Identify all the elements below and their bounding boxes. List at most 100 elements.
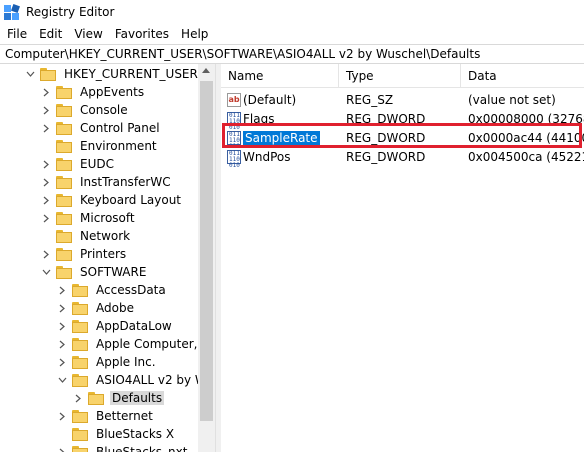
tree-item-label: Control Panel [80,121,160,135]
value-name: SampleRate [243,130,320,145]
folder-icon [56,247,72,261]
folder-icon [56,85,72,99]
tree-item-label: Environment [80,139,157,153]
value-row[interactable]: 011 110 010 WndPos REG_DWORD 0x004500ca (4522… [221,147,584,168]
tree-item[interactable]: Control Panel [40,119,162,137]
chevron-down-icon[interactable] [40,263,52,281]
tree-scrollbar[interactable] [198,64,215,452]
tree-item-label: AppEvents [80,85,145,99]
chevron-right-icon[interactable] [40,191,52,209]
tree-item-label: BlueStacks_nxt [96,445,188,452]
value-data: 0x0000ac44 (44100) [468,130,584,145]
folder-icon [56,157,72,171]
tree-item[interactable]: HKEY_CURRENT_USER [24,65,200,83]
tree-item-label: Adobe [96,301,134,315]
folder-icon [72,301,88,315]
window-title: Registry Editor [26,5,115,19]
tree-item[interactable]: Keyboard Layout [40,191,183,209]
tree-item-label: HKEY_CURRENT_USER [64,67,198,81]
address-bar[interactable]: Computer\HKEY_CURRENT_USER\SOFTWARE\ASIO… [0,44,584,64]
value-row[interactable]: 011 110 010 SampleRate REG_DWORD 0x0000ac44 (… [221,128,584,149]
tree-item[interactable]: ASIO4ALL v2 by Wus [56,371,215,389]
tree-item[interactable]: EUDC [40,155,116,173]
registry-editor-icon [4,4,20,20]
tree-item[interactable]: Betternet [56,407,155,425]
chevron-right-icon[interactable] [56,443,68,452]
chevron-right-icon[interactable] [56,353,68,371]
chevron-right-icon[interactable] [56,317,68,335]
tree-item[interactable]: Environment [40,137,159,155]
tree-item[interactable]: AccessData [56,281,168,299]
chevron-down-icon[interactable] [56,371,68,389]
values-list: Name Type Data ab (Default) REG_SZ (value n… [221,64,584,452]
folder-icon [72,409,88,423]
chevron-right-icon[interactable] [40,101,52,119]
chevron-right-icon[interactable] [40,245,52,263]
menu-view[interactable]: View [68,24,108,44]
chevron-right-icon[interactable] [56,299,68,317]
value-name: WndPos [243,149,291,164]
tree-item-label: Defaults [110,391,165,405]
folder-icon [72,337,88,351]
value-type: REG_SZ [346,92,394,107]
chevron-right-icon[interactable] [40,173,52,191]
folder-icon [72,373,88,387]
value-row[interactable]: ab (Default) REG_SZ (value not set) [221,90,584,109]
chevron-right-icon[interactable] [40,155,52,173]
folder-icon [72,445,88,452]
chevron-right-icon[interactable] [56,281,68,299]
folder-icon [88,391,104,405]
chevron-right-icon[interactable] [40,119,52,137]
tree-item-label: Betternet [96,409,153,423]
folder-icon [56,193,72,207]
folder-icon [40,67,56,81]
value-name-cell: 011 110 010 SampleRate [221,130,339,149]
tree-item[interactable]: Apple Inc. [56,353,158,371]
tree-item[interactable]: Network [40,227,132,245]
tree-item[interactable]: AppDataLow [56,317,174,335]
tree-item[interactable]: Microsoft [40,209,137,227]
tree-item[interactable]: Adobe [56,299,136,317]
chevron-down-icon[interactable] [24,65,36,83]
scroll-up-arrow-icon[interactable] [202,68,210,73]
tree-item-label: SOFTWARE [80,265,147,279]
chevron-right-icon[interactable] [56,407,68,425]
folder-icon [56,265,72,279]
column-header-type[interactable]: Type [339,64,461,88]
folder-icon [56,139,72,153]
folder-icon [72,283,88,297]
menu-help[interactable]: Help [175,24,214,44]
tree-item[interactable]: SOFTWARE [40,263,148,281]
tree-item-label: Console [80,103,128,117]
folder-icon [72,319,88,333]
folder-icon [56,229,72,243]
scroll-thumb[interactable] [200,81,213,421]
folder-icon [56,121,72,135]
column-header-data[interactable]: Data [461,64,584,88]
tree-item[interactable]: Console [40,101,130,119]
tree-item[interactable]: BlueStacks_nxt [56,443,189,452]
value-row[interactable]: 011 110 010 Flags REG_DWORD 0x00008000 (32768… [221,109,584,131]
chevron-right-icon[interactable] [56,335,68,353]
tree-item[interactable]: Defaults [72,389,165,407]
binary-value-icon: 011 110 010 [227,111,241,131]
tree-item[interactable]: InstTransferWC [40,173,173,191]
value-name: (Default) [243,92,297,107]
value-data: 0x00008000 (32768) [468,111,584,126]
column-header-name[interactable]: Name [221,64,339,88]
tree-item[interactable]: Apple Computer, Inc [56,335,215,353]
tree-item[interactable]: AppEvents [40,83,146,101]
value-name-cell: 011 110 010 Flags [221,111,339,131]
value-data: (value not set) [468,92,556,107]
chevron-right-icon[interactable] [40,83,52,101]
tree-item[interactable]: BlueStacks X [56,425,176,443]
menu-favorites[interactable]: Favorites [109,24,175,44]
menu-file[interactable]: File [1,24,33,44]
value-name: Flags [243,111,275,126]
tree-item[interactable]: Printers [40,245,128,263]
folder-icon [56,175,72,189]
chevron-right-icon[interactable] [72,389,84,407]
menu-edit[interactable]: Edit [33,24,68,44]
chevron-right-icon[interactable] [40,209,52,227]
